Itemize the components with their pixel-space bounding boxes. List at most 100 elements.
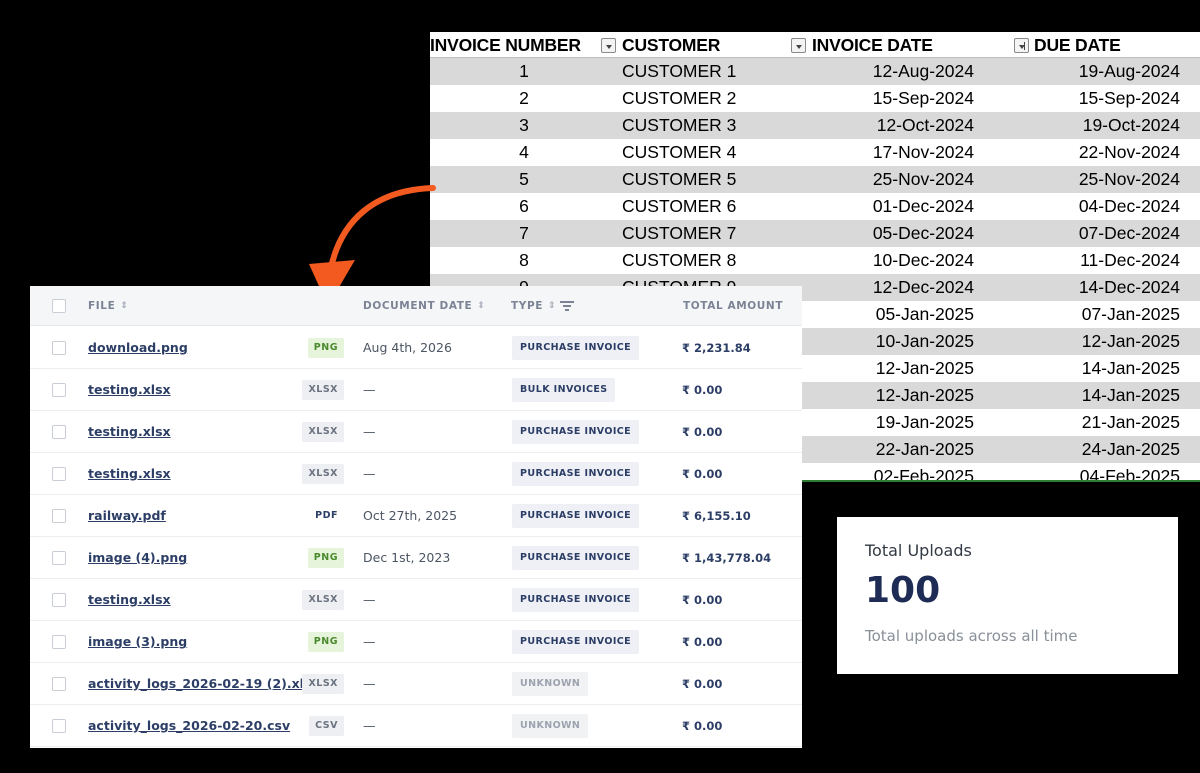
file-extension-badge: XLSX <box>302 464 344 484</box>
table-row[interactable]: activity_logs_2026-02-20.csv CSV — UNKNOWN ₹… <box>30 705 802 747</box>
table-row[interactable]: testing.xlsx XLSX — BULK INVOICES ₹ 0.00 <box>30 369 802 411</box>
column-document-date[interactable]: DOCUMENT DATE ⇕ <box>363 286 485 326</box>
total-amount: ₹ 0.00 <box>682 593 723 607</box>
row-checkbox[interactable] <box>52 635 66 649</box>
total-amount: ₹ 0.00 <box>682 467 723 481</box>
document-date: Dec 1st, 2023 <box>363 550 451 565</box>
document-type-badge: PURCHASE INVOICE <box>512 336 640 360</box>
sheet-cell-num: 6 <box>519 196 529 216</box>
row-checkbox[interactable] <box>52 341 66 355</box>
file-name-link[interactable]: testing.xlsx <box>88 453 171 495</box>
sort-icon[interactable]: ⇕ <box>120 286 128 326</box>
row-checkbox[interactable] <box>52 509 66 523</box>
file-extension-badge: XLSX <box>302 674 344 694</box>
file-name-link[interactable]: activity_logs_2026-02-20.csv <box>88 705 290 747</box>
sheet-cell-invoice-date: 19-Jan-2025 <box>875 412 974 432</box>
sheet-row: 8 CUSTOMER 8 10-Dec-2024 11-Dec-2024 <box>430 247 1200 274</box>
header-due-date: DUE DATE <box>1034 35 1121 55</box>
sheet-row: 3 CUSTOMER 3 12-Oct-2024 19-Oct-2024 <box>430 112 1200 139</box>
sheet-cell-due-date: 21-Jan-2025 <box>1081 412 1180 432</box>
row-checkbox[interactable] <box>52 551 66 565</box>
row-checkbox[interactable] <box>52 383 66 397</box>
sheet-cell-due-date: 25-Nov-2024 <box>1078 169 1180 189</box>
document-date: — <box>363 382 376 397</box>
sheet-cell-due-date: 22-Nov-2024 <box>1078 142 1180 162</box>
row-checkbox[interactable] <box>52 467 66 481</box>
stat-value: 100 <box>865 570 941 611</box>
sheet-cell-due-date: 04-Dec-2024 <box>1078 196 1180 216</box>
document-type-badge: UNKNOWN <box>512 714 589 738</box>
document-date: — <box>363 592 376 607</box>
sheet-row: 4 CUSTOMER 4 17-Nov-2024 22-Nov-2024 <box>430 139 1200 166</box>
sort-icon[interactable]: ⇕ <box>548 286 556 326</box>
total-amount: ₹ 1,43,778.04 <box>682 551 772 565</box>
filter-dropdown-icon[interactable] <box>601 38 616 53</box>
file-name-link[interactable]: testing.xlsx <box>88 411 171 453</box>
total-amount: ₹ 0.00 <box>682 383 723 397</box>
total-amount: ₹ 0.00 <box>682 635 723 649</box>
table-row[interactable]: testing.xlsx XLSX — PURCHASE INVOICE ₹ 0.00 <box>30 579 802 621</box>
sheet-cell-num: 1 <box>519 61 529 81</box>
sort-icon[interactable]: ⇕ <box>477 286 485 326</box>
filter-icon[interactable] <box>560 299 574 311</box>
table-row[interactable]: testing.xlsx XLSX — PURCHASE INVOICE ₹ 0.00 <box>30 453 802 495</box>
table-row[interactable]: download.png PNG Aug 4th, 2026 PURCHASE INV… <box>30 327 802 369</box>
sheet-cell-invoice-date: 25-Nov-2024 <box>872 169 974 189</box>
header-invoice-number: INVOICE NUMBER <box>430 35 581 55</box>
table-row[interactable]: railway.pdf PDF Oct 27th, 2025 PURCHASE INV… <box>30 495 802 537</box>
column-type[interactable]: TYPE ⇕ <box>511 286 556 326</box>
table-header: FILE ⇕ DOCUMENT DATE ⇕ TYPE ⇕ TOTAL AMOUNT <box>30 286 802 326</box>
column-document-date-label: DOCUMENT DATE <box>363 300 473 312</box>
file-extension-badge: PNG <box>307 338 344 358</box>
filter-dropdown-icon[interactable] <box>791 38 806 53</box>
row-checkbox[interactable] <box>52 425 66 439</box>
stat-title: Total Uploads <box>865 541 972 560</box>
table-row[interactable]: activity_logs_2026-02-19 (2).xlsx XLSX — UN… <box>30 663 802 705</box>
column-total-amount[interactable]: TOTAL AMOUNT <box>683 286 783 326</box>
file-name-link[interactable]: download.png <box>88 327 188 369</box>
row-checkbox[interactable] <box>52 677 66 691</box>
sheet-cell-due-date: 07-Dec-2024 <box>1078 223 1180 243</box>
sheet-cell-due-date: 07-Jan-2025 <box>1081 304 1180 324</box>
document-type-badge: PURCHASE INVOICE <box>512 462 640 486</box>
file-extension-badge: XLSX <box>302 422 344 442</box>
column-file[interactable]: FILE ⇕ <box>88 286 129 326</box>
sheet-row: 7 CUSTOMER 7 05-Dec-2024 07-Dec-2024 <box>430 220 1200 247</box>
table-row[interactable]: testing.xlsx XLSX — PURCHASE INVOICE ₹ 0.00 <box>30 411 802 453</box>
table-row[interactable]: image (4).png PNG Dec 1st, 2023 PURCHASE IN… <box>30 537 802 579</box>
sheet-cell-num: 8 <box>519 250 529 270</box>
sheet-cell-customer: CUSTOMER 8 <box>622 250 737 270</box>
row-checkbox[interactable] <box>52 719 66 733</box>
sheet-cell-customer: CUSTOMER 4 <box>622 142 737 162</box>
document-date: Oct 27th, 2025 <box>363 508 458 523</box>
file-name-link[interactable]: railway.pdf <box>88 495 166 537</box>
file-extension-badge: PNG <box>307 548 344 568</box>
sheet-row: 6 CUSTOMER 6 01-Dec-2024 04-Dec-2024 <box>430 193 1200 220</box>
select-all-checkbox[interactable] <box>52 299 66 313</box>
file-name-link[interactable]: testing.xlsx <box>88 369 171 411</box>
total-amount: ₹ 0.00 <box>682 677 723 691</box>
document-date: — <box>363 676 376 691</box>
file-name-link[interactable]: image (4).png <box>88 537 187 579</box>
sheet-cell-due-date: 11-Dec-2024 <box>1080 250 1180 270</box>
sheet-cell-invoice-date: 10-Dec-2024 <box>872 250 974 270</box>
sheet-cell-customer: CUSTOMER 6 <box>622 196 737 216</box>
sheet-cell-invoice-date: 05-Dec-2024 <box>872 223 974 243</box>
sheet-cell-customer: CUSTOMER 2 <box>622 88 737 108</box>
sheet-cell-invoice-date: 05-Jan-2025 <box>875 304 974 324</box>
sheet-cell-due-date: 19-Oct-2024 <box>1082 115 1180 135</box>
table-row[interactable]: image (3).png PNG — PURCHASE INVOICE ₹ 0.00 <box>30 621 802 663</box>
document-type-badge: PURCHASE INVOICE <box>512 630 640 654</box>
sheet-row: 1 CUSTOMER 1 12-Aug-2024 19-Aug-2024 <box>430 58 1200 85</box>
sheet-cell-customer: CUSTOMER 7 <box>622 223 737 243</box>
document-date: — <box>363 424 376 439</box>
file-name-link[interactable]: image (3).png <box>88 621 187 663</box>
filter-sorted-icon[interactable] <box>1014 38 1029 53</box>
document-type-badge: PURCHASE INVOICE <box>512 588 640 612</box>
document-type-badge: BULK INVOICES <box>512 378 616 402</box>
row-checkbox[interactable] <box>52 593 66 607</box>
document-type-badge: PURCHASE INVOICE <box>512 420 640 444</box>
file-name-link[interactable]: testing.xlsx <box>88 579 171 621</box>
file-name-link[interactable]: activity_logs_2026-02-19 (2).xlsx <box>88 663 319 705</box>
spreadsheet-header-row: INVOICE NUMBER CUSTOMER INVOICE DATE DUE… <box>430 32 1200 58</box>
